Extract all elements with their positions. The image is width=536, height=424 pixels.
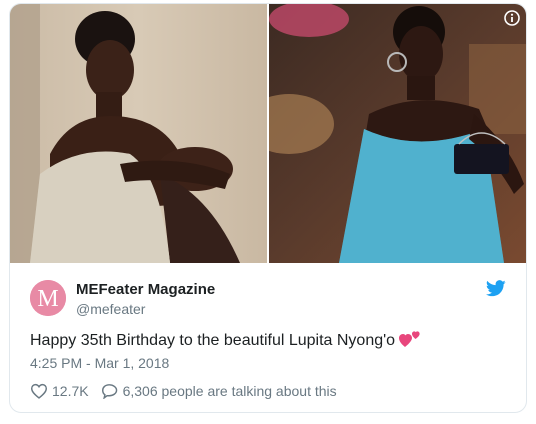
avatar-letter: M (37, 286, 58, 312)
account-handle[interactable]: @mefeater (76, 301, 145, 317)
twitter-bird-icon[interactable] (486, 280, 506, 297)
photo-left[interactable] (10, 4, 267, 263)
heart-icon (30, 383, 48, 399)
tweet-media[interactable] (10, 4, 526, 263)
info-icon[interactable] (504, 10, 520, 26)
tweet-actions: 12.7K 6,306 people are talking about thi… (30, 383, 337, 399)
like-button[interactable]: 12.7K (30, 383, 89, 399)
conversation-link[interactable]: 6,306 people are talking about this (101, 383, 337, 399)
conversation-text: 6,306 people are talking about this (122, 383, 337, 399)
tweet-text: Happy 35th Birthday to the beautiful Lup… (30, 330, 421, 353)
comment-bubble-icon (101, 384, 117, 399)
tweet-card[interactable]: M MEFeater Magazine @mefeater Happy 35th… (9, 3, 527, 413)
two-hearts-emoji (399, 330, 421, 353)
account-name[interactable]: MEFeater Magazine (76, 281, 215, 298)
avatar[interactable]: M (30, 280, 66, 316)
photo-right[interactable] (269, 4, 526, 263)
tweet-timestamp[interactable]: 4:25 PM - Mar 1, 2018 (30, 355, 169, 371)
like-count: 12.7K (52, 383, 89, 399)
tweet-text-body: Happy 35th Birthday to the beautiful Lup… (30, 332, 396, 349)
